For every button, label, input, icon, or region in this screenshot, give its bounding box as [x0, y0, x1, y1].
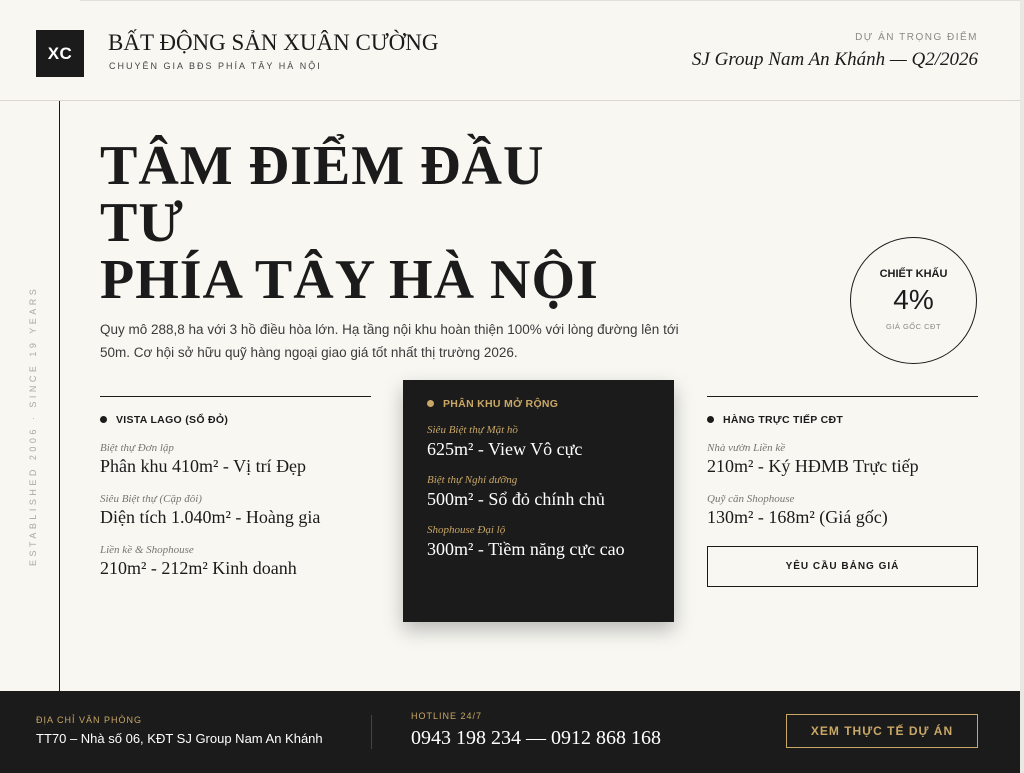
bullet-dot-icon	[427, 400, 434, 407]
hero-title: TÂM ĐIỂM ĐẦU TƯ PHÍA TÂY HÀ NỘI	[100, 138, 660, 309]
hotline-numbers[interactable]: 0943 198 234 — 0912 868 168	[411, 727, 661, 750]
right-edge-strip	[1020, 0, 1024, 773]
discount-badge: CHIẾT KHẤU 4% GIÁ GỐC CĐT	[850, 237, 977, 364]
item-label: Liền kề & Shophouse	[100, 544, 194, 556]
column-expansion-card: PHÂN KHU MỞ RỘNG Siêu Biệt thự Mặt hồ 62…	[403, 380, 674, 622]
list-item: Shophouse Đại lộ 300m² - Tiềm năng cực c…	[427, 524, 650, 560]
page: XC BẤT ĐỘNG SẢN XUÂN CƯỜNG CHUYÊN GIA BĐ…	[0, 0, 1020, 773]
list-item: Liền kề & Shophouse 210m² - 212m² Kinh d…	[100, 544, 371, 579]
established-side-text: ESTABLISHED 2006 · SINCE 19 YEARS	[28, 285, 38, 566]
brand-subtitle: CHUYÊN GIA BĐS PHÍA TÂY HÀ NỘI	[109, 61, 322, 71]
item-value: 300m² - Tiềm năng cực cao	[427, 539, 625, 559]
list-item: Quỹ căn Shophouse 130m² - 168m² (Giá gốc…	[707, 493, 978, 528]
column-heading-text: VISTA LAGO (SỔ ĐỎ)	[116, 414, 229, 426]
item-value: 625m² - View Vô cực	[427, 439, 583, 459]
item-label: Siêu Biệt thự (Cặp đôi)	[100, 493, 202, 505]
item-value: 500m² - Sổ đỏ chính chủ	[427, 489, 605, 509]
site-header: XC BẤT ĐỘNG SẢN XUÂN CƯỜNG CHUYÊN GIA BĐ…	[0, 0, 1020, 101]
list-item: Siêu Biệt thự (Cặp đôi) Diện tích 1.040m…	[100, 493, 371, 528]
column-heading: PHÂN KHU MỞ RỘNG	[427, 398, 650, 410]
item-value: 210m² - Ký HĐMB Trực tiếp	[707, 456, 919, 476]
item-label: Biệt thự Đơn lập	[100, 442, 174, 454]
hero-title-line-2: TƯ	[100, 192, 184, 254]
bullet-dot-icon	[707, 416, 714, 423]
address-label: ĐỊA CHỈ VĂN PHÒNG	[36, 715, 143, 725]
column-heading-text: PHÂN KHU MỞ RỘNG	[443, 398, 559, 410]
bullet-dot-icon	[100, 416, 107, 423]
brand-title[interactable]: BẤT ĐỘNG SẢN XUÂN CƯỜNG	[108, 30, 439, 56]
brand-logo[interactable]: XC	[36, 30, 84, 77]
site-footer: ĐỊA CHỈ VĂN PHÒNG TT70 – Nhà số 06, KĐT …	[0, 691, 1020, 773]
item-value: Diện tích 1.040m² - Hoàng gia	[100, 507, 321, 527]
hero-title-line-1: TÂM ĐIỂM ĐẦU	[100, 135, 545, 197]
list-item: Biệt thự Đơn lập Phân khu 410m² - Vị trí…	[100, 442, 371, 477]
column-heading: VISTA LAGO (SỔ ĐỎ)	[100, 414, 371, 426]
item-label: Biệt thự Nghỉ dưỡng	[427, 474, 518, 486]
item-value: 130m² - 168m² (Giá gốc)	[707, 507, 888, 527]
discount-value: 4%	[893, 284, 934, 315]
column-direct-developer: HÀNG TRỰC TIẾP CĐT Nhà vườn Liền kề 210m…	[707, 396, 978, 587]
view-project-button[interactable]: XEM THỰC TẾ DỰ ÁN	[786, 714, 978, 748]
item-label: Nhà vườn Liền kề	[707, 442, 786, 454]
request-price-list-button[interactable]: YÊU CẦU BẢNG GIÁ	[707, 546, 978, 587]
hotline-label: HOTLINE 24/7	[411, 711, 483, 721]
hero-title-line-3: PHÍA TÂY HÀ NỘI	[100, 249, 599, 311]
hero-description: Quy mô 288,8 ha với 3 hồ điều hòa lớn. H…	[100, 322, 679, 360]
column-vista-lago: VISTA LAGO (SỔ ĐỎ) Biệt thự Đơn lập Phân…	[100, 396, 371, 579]
column-heading-text: HÀNG TRỰC TIẾP CĐT	[723, 414, 844, 426]
footer-divider	[371, 715, 372, 749]
column-heading: HÀNG TRỰC TIẾP CĐT	[707, 414, 978, 426]
project-name: SJ Group Nam An Khánh — Q2/2026	[691, 49, 978, 70]
office-address: TT70 – Nhà số 06, KĐT SJ Group Nam An Kh…	[36, 731, 323, 746]
list-item: Biệt thự Nghỉ dưỡng 500m² - Sổ đỏ chính …	[427, 474, 650, 510]
list-item: Nhà vườn Liền kề 210m² - Ký HĐMB Trực ti…	[707, 442, 978, 477]
item-label: Quỹ căn Shophouse	[707, 493, 795, 505]
project-label: DỰ ÁN TRỌNG ĐIỂM	[855, 32, 978, 43]
item-label: Siêu Biệt thự Mặt hồ	[427, 424, 518, 436]
list-item: Siêu Biệt thự Mặt hồ 625m² - View Vô cực	[427, 424, 650, 460]
item-value: 210m² - 212m² Kinh doanh	[100, 558, 297, 578]
item-value: Phân khu 410m² - Vị trí Đẹp	[100, 456, 307, 476]
vertical-rule	[59, 101, 60, 691]
discount-note: GIÁ GỐC CĐT	[885, 322, 942, 331]
item-label: Shophouse Đại lộ	[427, 524, 506, 536]
discount-label: CHIẾT KHẤU	[879, 268, 948, 280]
